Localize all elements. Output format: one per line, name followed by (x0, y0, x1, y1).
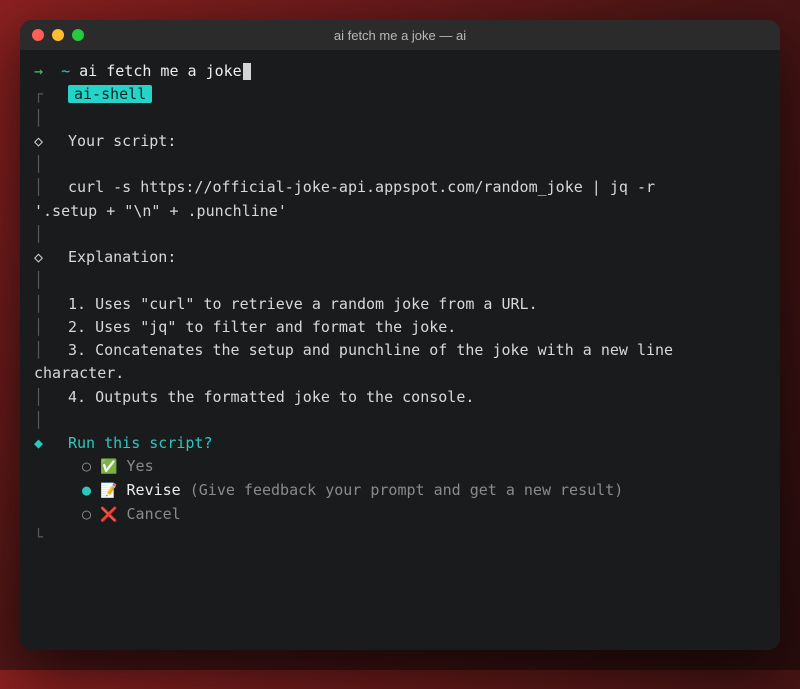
memo-emoji-icon: 📝 (100, 483, 117, 499)
script-body: │ curl -s https://official-joke-api.apps… (34, 176, 766, 199)
spacer-pipe: │ (34, 269, 766, 292)
window-title: ai fetch me a joke — ai (32, 28, 768, 43)
terminal-body[interactable]: → ~ ai fetch me a joke ┌ ai-shell │ ◇You… (20, 50, 780, 650)
prompt-command: ai fetch me a joke (79, 62, 242, 80)
explanation-item: │ 4. Outputs the formatted joke to the c… (34, 386, 766, 409)
run-question: Run this script? (68, 434, 213, 452)
explanation-heading: Explanation: (68, 248, 176, 266)
traffic-lights (32, 29, 84, 41)
option-revise[interactable]: ● 📝 Revise (Give feedback your prompt an… (34, 479, 766, 503)
tool-tag: ai-shell (68, 85, 152, 103)
radio-unselected-icon: ○ (82, 505, 91, 523)
script-heading: Your script: (68, 132, 176, 150)
spacer-pipe: │ (34, 107, 766, 130)
explanation-heading-line: ◇Explanation: (34, 246, 766, 269)
zoom-icon[interactable] (72, 29, 84, 41)
check-emoji-icon: ✅ (100, 459, 117, 475)
explanation-item: │ 1. Uses "curl" to retrieve a random jo… (34, 293, 766, 316)
minimize-icon[interactable] (52, 29, 64, 41)
cursor-icon (243, 63, 251, 80)
radio-unselected-icon: ○ (82, 457, 91, 475)
explanation-item: │ 3. Concatenates the setup and punchlin… (34, 339, 766, 386)
terminal-window: ai fetch me a joke — ai → ~ ai fetch me … (20, 20, 780, 650)
titlebar[interactable]: ai fetch me a joke — ai (20, 20, 780, 50)
spacer-pipe: └ (34, 526, 766, 549)
option-label: Revise (127, 481, 181, 499)
tool-tag-line: ┌ ai-shell (34, 83, 766, 106)
option-label: Cancel (127, 505, 181, 523)
option-hint: (Give feedback your prompt and get a new… (190, 481, 623, 499)
spacer-pipe: │ (34, 153, 766, 176)
run-question-line: ◆Run this script? (34, 432, 766, 455)
close-icon[interactable] (32, 29, 44, 41)
script-heading-line: ◇Your script: (34, 130, 766, 153)
script-body-wrap: '.setup + "\n" + .punchline' (34, 200, 766, 223)
spacer-pipe: │ (34, 409, 766, 432)
prompt-arrow-icon: → (34, 62, 43, 80)
option-cancel[interactable]: ○ ❌ Cancel (34, 503, 766, 527)
prompt-tilde: ~ (61, 62, 70, 80)
explanation-item: │ 2. Uses "jq" to filter and format the … (34, 316, 766, 339)
option-yes[interactable]: ○ ✅ Yes (34, 455, 766, 479)
cross-emoji-icon: ❌ (100, 507, 117, 523)
spacer-pipe: │ (34, 223, 766, 246)
prompt-line: → ~ ai fetch me a joke (34, 60, 766, 83)
radio-selected-icon: ● (82, 481, 91, 499)
option-label: Yes (127, 457, 154, 475)
